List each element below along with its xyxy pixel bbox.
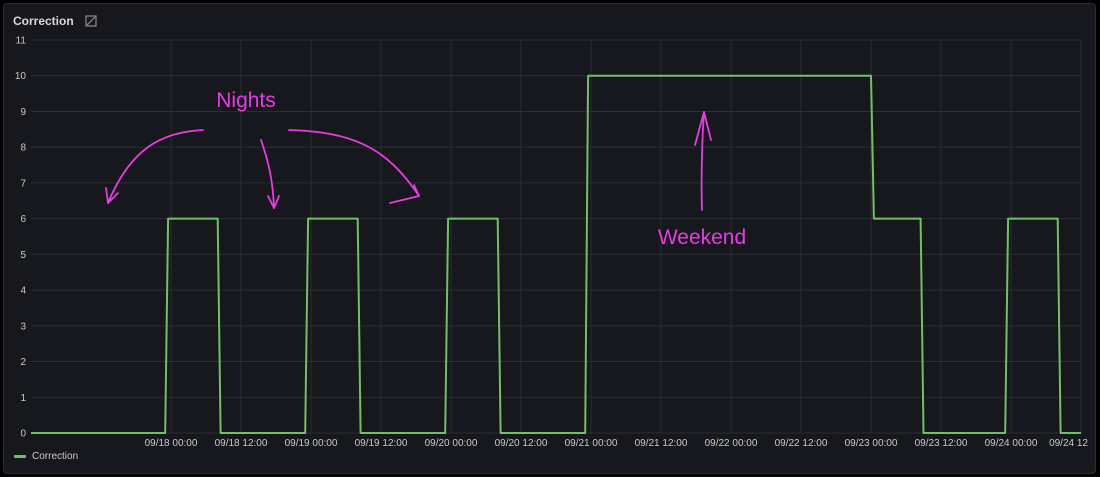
y-tick-label: 2 [20, 357, 26, 368]
y-tick-label: 0 [20, 429, 26, 440]
x-tick-label: 09/22 00:00 [705, 438, 758, 449]
legend-label: Correction [32, 451, 79, 462]
annotation-nights: Nights [216, 89, 276, 112]
x-tick-label: 09/18 00:00 [145, 438, 198, 449]
y-tick-label: 1 [20, 393, 26, 404]
nights-arrow-left [107, 129, 204, 204]
x-tick-label: 09/23 00:00 [845, 438, 898, 449]
x-tick-label: 09/21 12:00 [635, 438, 688, 449]
nights-arrowhead-right [389, 184, 420, 204]
y-tick-label: 4 [20, 286, 26, 297]
x-tick-label: 09/24 00:00 [985, 438, 1038, 449]
nights-arrow-right [288, 129, 420, 197]
x-tick-label: 09/20 12:00 [495, 438, 548, 449]
y-tick-label: 10 [15, 71, 27, 82]
y-tick-label: 9 [20, 107, 26, 118]
y-tick-label: 3 [20, 321, 26, 332]
y-tick-label: 8 [20, 143, 26, 154]
y-tick-label: 6 [20, 214, 26, 225]
legend-swatch [14, 455, 26, 458]
y-tick-label: 5 [20, 250, 26, 261]
weekend-arrow [700, 111, 705, 211]
x-tick-label: 09/19 12:00 [355, 438, 408, 449]
x-tick-label: 09/24 12 [1049, 438, 1088, 449]
x-axis-ticks: 09/18 00:00 09/18 12:00 09/19 00:00 09/19 1… [145, 438, 1089, 449]
annotation-weekend: Weekend [658, 226, 746, 249]
legend[interactable]: Correction [14, 451, 78, 462]
x-tick-label: 09/21 00:00 [565, 438, 618, 449]
x-tick-label: 09/19 00:00 [285, 438, 338, 449]
x-tick-label: 09/22 12:00 [775, 438, 828, 449]
y-tick-label: 7 [20, 178, 26, 189]
line-chart[interactable]: 01234567891011 09/18 00:00 09/18 12:00 09/… [0, 0, 1100, 477]
x-tick-label: 09/20 00:00 [425, 438, 478, 449]
x-tick-label: 09/18 12:00 [215, 438, 268, 449]
y-tick-label: 11 [16, 36, 27, 47]
y-axis-ticks: 0 1 2 3 4 5 6 7 8 9 10 11 [15, 36, 27, 440]
annotation-arrows [105, 111, 712, 211]
x-tick-label: 09/23 12:00 [915, 438, 968, 449]
nights-arrow-middle [260, 139, 275, 209]
